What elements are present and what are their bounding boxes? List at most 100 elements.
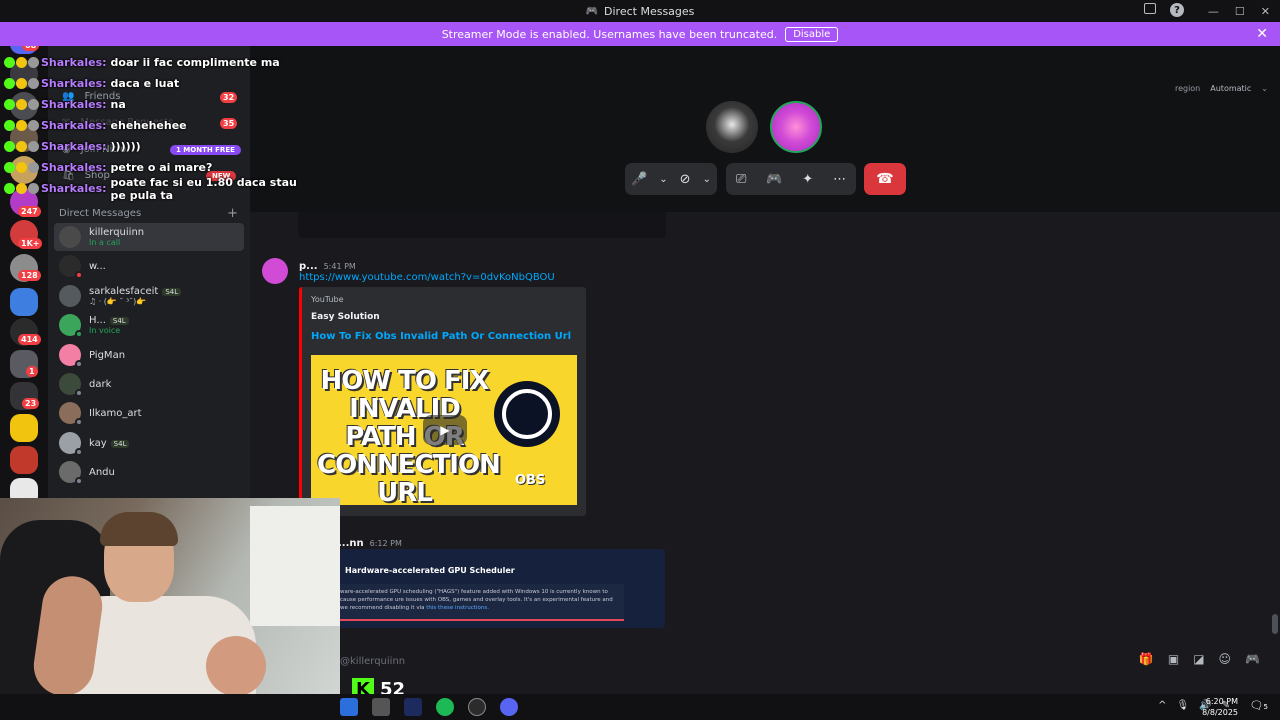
tray-chevron-icon[interactable]: ^: [1158, 700, 1166, 711]
server-badge: 247: [18, 206, 41, 217]
avatar: [59, 402, 83, 426]
server-icon[interactable]: [10, 414, 38, 442]
streamer: [29, 512, 266, 720]
chat-line: Sharkales: ehehehehee: [4, 115, 304, 136]
chat-line: Sharkales: doar ii fac complimente ma: [4, 52, 304, 73]
more-icon[interactable]: ⋯: [833, 172, 846, 187]
embed-author[interactable]: Easy Solution: [311, 312, 380, 322]
main-panel: region Automatic ⌄ 🎤 ⌄ ⊘ ⌄ ⎚ 🎮 ✦ ⋯ ☎ p..…: [250, 46, 1280, 648]
scrollbar[interactable]: [1272, 614, 1278, 634]
message-input[interactable]: @killerquiinn: [338, 650, 1272, 672]
avatar: [59, 255, 83, 279]
message-header: p... 5:41 PM: [299, 261, 356, 272]
notification-center-icon[interactable]: 🗨5: [1250, 699, 1268, 712]
close-button[interactable]: ✕: [1261, 5, 1270, 18]
title-bar: 🎮 Direct Messages ? — ☐ ✕: [0, 0, 1280, 22]
call-participant-avatar[interactable]: [706, 101, 758, 153]
dm-item[interactable]: H... S4L In voice: [54, 311, 244, 339]
hags-embed: Hardware-accelerated GPU Scheduler ware-…: [338, 549, 665, 628]
server-badge: 1K+: [18, 238, 43, 249]
dm-item[interactable]: sarkalesfaceit S4L ♫ · (👉 ˘ ³˘)👉: [54, 282, 244, 310]
activity-controls: ⎚ 🎮 ✦ ⋯: [726, 163, 856, 195]
taskbar: ^ 🎙 🔊 ✎ 6:20 PM 8/8/2025 🗨5: [0, 694, 1280, 720]
avatar: [59, 461, 83, 485]
camera-off-icon[interactable]: ⊘: [680, 172, 691, 187]
help-icon[interactable]: ?: [1170, 3, 1184, 17]
dm-item[interactable]: Ilkamo_art: [54, 399, 244, 427]
taskbar-app-icon[interactable]: [340, 698, 358, 716]
microphone-icon[interactable]: 🎤: [631, 172, 647, 187]
chat-line: Sharkales:)))))): [4, 136, 304, 157]
hags-body: ware-accelerated GPU scheduling ("HAGS")…: [338, 584, 624, 621]
obs-logo-icon: [494, 381, 560, 447]
server-badge: 414: [18, 334, 41, 345]
taskbar-app-icon[interactable]: [372, 698, 390, 716]
dm-item[interactable]: Andu: [54, 458, 244, 486]
disable-streamer-mode-button[interactable]: Disable: [785, 26, 839, 42]
sticker-icon[interactable]: ◪: [1193, 652, 1204, 666]
close-icon[interactable]: ✕: [1256, 26, 1268, 42]
chat-line: Sharkales: na: [4, 94, 304, 115]
emoji-icon[interactable]: ☺: [1219, 652, 1232, 666]
chevron-down-icon[interactable]: ⌄: [703, 174, 711, 185]
spotify-icon[interactable]: [436, 698, 454, 716]
gift-icon[interactable]: 🎁: [1139, 652, 1154, 666]
server-badge: 128: [18, 270, 41, 281]
dm-item[interactable]: kay S4L: [54, 429, 244, 457]
discord-taskbar-icon[interactable]: [500, 698, 518, 716]
avatar: [59, 344, 83, 368]
youtube-embed: YouTube Easy Solution How To Fix Obs Inv…: [299, 287, 586, 516]
activity-gamepad-icon[interactable]: 🎮: [766, 172, 782, 187]
disconnect-button[interactable]: ☎: [864, 163, 906, 195]
gif-icon[interactable]: ▣: [1168, 652, 1179, 666]
taskbar-app-icon[interactable]: [404, 698, 422, 716]
avatar: [59, 432, 83, 456]
minimize-button[interactable]: —: [1208, 5, 1219, 18]
chevron-down-icon: ⌄: [1261, 84, 1268, 93]
embed-title-link[interactable]: How To Fix Obs Invalid Path Or Connectio…: [311, 331, 571, 342]
obs-icon[interactable]: [468, 698, 486, 716]
chevron-down-icon[interactable]: ⌄: [659, 174, 667, 185]
video-thumbnail[interactable]: HOW TO FIX INVALID PATH OR CONNECTION UR…: [311, 355, 577, 505]
server-tag: S4L: [109, 317, 129, 325]
banner-text: Streamer Mode is enabled. Usernames have…: [441, 27, 778, 41]
previous-embed: [298, 212, 666, 238]
create-dm-icon[interactable]: +: [227, 206, 238, 221]
avatar: [59, 373, 83, 397]
clock[interactable]: 6:20 PM 8/8/2025: [1202, 696, 1238, 718]
server-tag: S4L: [162, 288, 182, 296]
chat-line: Sharkales: daca e luat: [4, 73, 304, 94]
window-title: 🎮 Direct Messages: [585, 4, 695, 18]
avatar[interactable]: [262, 258, 288, 284]
server-badge: 23: [22, 398, 40, 409]
apps-gamepad-icon[interactable]: 🎮: [1245, 652, 1260, 666]
call-area: region Automatic ⌄ 🎤 ⌄ ⊘ ⌄ ⎚ 🎮 ✦ ⋯ ☎: [250, 46, 1280, 212]
phone-hangup-icon: ☎: [876, 171, 894, 187]
chat-line: Sharkales: poate fac si eu 1.80 daca stau…: [4, 176, 304, 202]
server-badge: 1: [26, 366, 38, 377]
dm-item[interactable]: killerquiinn In a call: [54, 223, 244, 251]
call-participant-avatar[interactable]: [770, 101, 822, 153]
dm-item[interactable]: dark: [54, 370, 244, 398]
server-icon[interactable]: [10, 288, 38, 316]
soundboard-icon[interactable]: ✦: [802, 172, 813, 187]
stream-chat-overlay: Sharkales: doar ii fac complimente ma Sha…: [4, 52, 304, 202]
avatar: [59, 285, 81, 307]
play-icon[interactable]: ▶: [423, 415, 467, 445]
microphone-tray-icon[interactable]: 🎙: [1176, 700, 1189, 711]
dm-item[interactable]: w...: [54, 252, 244, 280]
server-icon[interactable]: [10, 446, 38, 474]
server-tag: S4L: [110, 439, 130, 448]
inbox-icon[interactable]: [1144, 3, 1156, 14]
screen-share-icon[interactable]: ⎚: [736, 172, 746, 187]
discord-icon: 🎮: [585, 5, 599, 17]
maximize-button[interactable]: ☐: [1235, 5, 1245, 18]
dm-item[interactable]: PigMan: [54, 341, 244, 369]
audio-video-controls: 🎤 ⌄ ⊘ ⌄: [625, 163, 717, 195]
avatar: [59, 314, 83, 338]
region-selector[interactable]: region Automatic ⌄: [1175, 84, 1268, 93]
streamer-mode-banner: Streamer Mode is enabled. Usernames have…: [0, 22, 1280, 46]
message-link[interactable]: https://www.youtube.com/watch?v=0dvKoNbQ…: [299, 272, 555, 283]
avatar: [59, 226, 81, 248]
message-header: ...nn 6:12 PM: [338, 538, 402, 549]
